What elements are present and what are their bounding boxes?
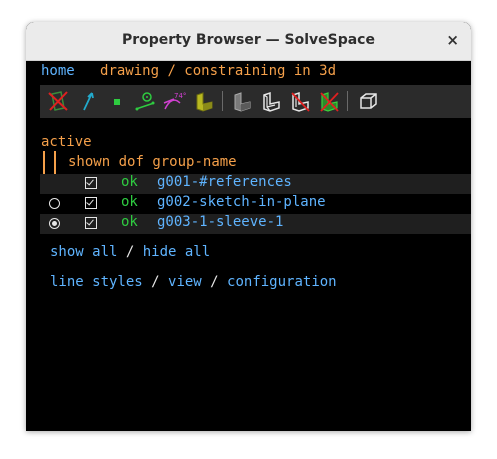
wireframe-icon[interactable]: [259, 89, 283, 113]
link-separator: /: [117, 244, 143, 260]
group-row: ok g001-#references: [40, 174, 471, 194]
dof-status: ok: [121, 214, 138, 230]
hidden-lines-icon[interactable]: [317, 89, 341, 113]
hide-all-link[interactable]: hide all: [143, 244, 210, 260]
dimension-label: 74°: [174, 92, 186, 100]
active-radio-selected[interactable]: [49, 218, 60, 229]
iso-view-icon[interactable]: [356, 89, 380, 113]
show-points-icon[interactable]: [105, 89, 129, 113]
shown-header: shown: [68, 154, 111, 170]
show-normals-icon[interactable]: [76, 89, 100, 113]
property-browser-window: Property Browser — SolveSpace × home dra…: [26, 22, 471, 431]
breadcrumb: home drawing / constraining in 3d: [41, 63, 336, 79]
shown-checkbox[interactable]: [85, 177, 97, 189]
show-all-link[interactable]: show all: [50, 244, 117, 260]
group-name-link[interactable]: g001-#references: [157, 174, 292, 190]
outline-icon[interactable]: [288, 89, 312, 113]
title-bar[interactable]: Property Browser — SolveSpace ×: [26, 22, 471, 61]
show-faces-icon[interactable]: [192, 89, 216, 113]
toolbar-separator: [222, 91, 223, 111]
close-icon[interactable]: ×: [446, 31, 459, 49]
shaded-solid-icon[interactable]: [230, 89, 254, 113]
column-headers: shown dof group-name: [68, 154, 237, 170]
dof-status: ok: [121, 174, 138, 190]
configuration-link[interactable]: configuration: [227, 274, 337, 290]
home-link[interactable]: home: [41, 63, 75, 79]
view-link[interactable]: view: [168, 274, 202, 290]
group-name-link[interactable]: g003-1-sleeve-1: [157, 214, 283, 230]
active-label: active: [41, 134, 92, 150]
settings-links: line styles / view / configuration: [50, 274, 337, 290]
mode-title: drawing / constraining in 3d: [100, 63, 337, 79]
show-constraints-icon[interactable]: 74°: [162, 89, 186, 113]
window-title: Property Browser — SolveSpace: [122, 32, 375, 48]
visibility-links: show all / hide all: [50, 244, 210, 260]
show-construction-icon[interactable]: [133, 89, 157, 113]
hide-workplane-icon[interactable]: [46, 89, 70, 113]
group-name-link[interactable]: g002-sketch-in-plane: [157, 194, 326, 210]
link-separator: /: [201, 274, 228, 290]
toolbar: 74°: [40, 85, 471, 118]
dof-header: dof: [118, 154, 144, 170]
group-row: ok g003-1-sleeve-1: [40, 214, 471, 234]
dof-status: ok: [121, 194, 138, 210]
toolbar-separator: [347, 91, 348, 111]
shown-checkbox[interactable]: [85, 217, 97, 229]
line-styles-link[interactable]: line styles: [50, 274, 143, 290]
link-separator: /: [142, 274, 169, 290]
shown-checkbox[interactable]: [85, 197, 97, 209]
group-name-header: group-name: [152, 154, 237, 170]
active-radio[interactable]: [49, 198, 60, 209]
group-row: ok g002-sketch-in-plane: [40, 194, 471, 214]
